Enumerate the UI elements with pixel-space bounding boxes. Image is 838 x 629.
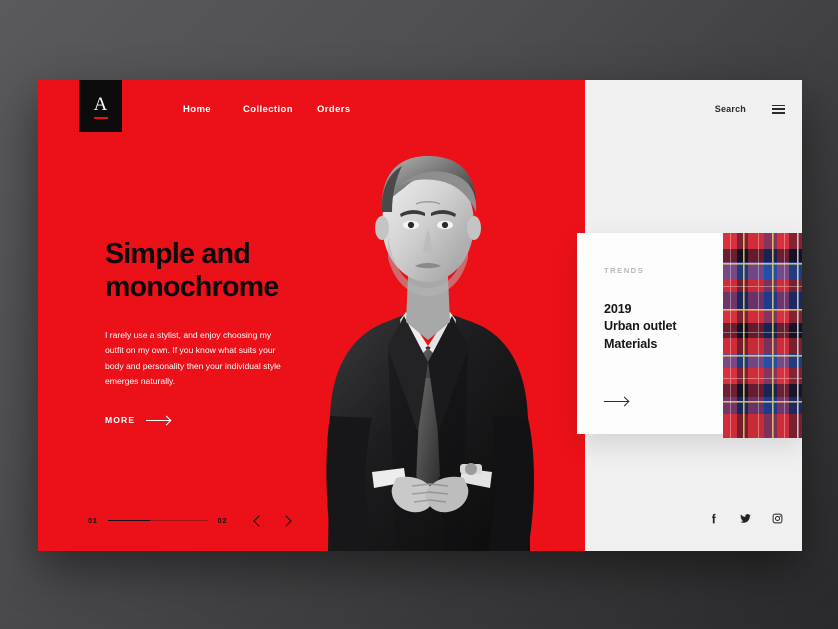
nav-item-home[interactable]: Home	[183, 104, 243, 115]
twitter-icon[interactable]	[739, 512, 752, 525]
nav-item-collection[interactable]: Collection	[243, 104, 317, 115]
social-links	[707, 512, 784, 525]
trends-card-title-line-3: Materials	[604, 336, 658, 351]
chevron-left-icon[interactable]	[253, 514, 265, 527]
web-page-panel: A Home Collection Orders Simple and mono…	[38, 80, 802, 551]
slider-progress-fill	[107, 520, 150, 521]
main-navigation: Home Collection Orders	[183, 104, 367, 115]
search-button[interactable]: Search	[715, 104, 746, 114]
slider-controls: 01 02	[88, 514, 292, 527]
hero-headline-line-1: Simple and	[105, 238, 251, 270]
side-panel: Search TRENDS 2019 Urban outlet Material…	[577, 80, 802, 551]
side-top-bar: Search	[715, 104, 785, 114]
slide-total-number: 02	[217, 516, 228, 525]
hero-copy: Simple and monochrome I rarely use a sty…	[105, 238, 340, 425]
slide-current-number: 01	[88, 516, 98, 525]
arrow-right-icon	[146, 416, 171, 424]
trends-card-title: 2019 Urban outlet Materials	[604, 301, 709, 353]
tartan-plaid-swatch	[723, 233, 802, 438]
trends-card-kicker: TRENDS	[604, 266, 645, 275]
more-button-label: MORE	[105, 415, 136, 426]
canvas: A Home Collection Orders Simple and mono…	[0, 0, 838, 629]
trends-card-content: TRENDS 2019 Urban outlet Materials	[604, 266, 709, 353]
hero-paragraph: I rarely use a stylist, and enjoy choosi…	[105, 330, 281, 386]
trends-card-title-line-2: Urban outlet	[604, 319, 677, 334]
slider-track[interactable]	[107, 520, 208, 521]
hero-section: A Home Collection Orders Simple and mono…	[38, 80, 585, 551]
facebook-icon[interactable]	[707, 512, 720, 525]
hero-headline-line-2: monochrome	[105, 271, 279, 304]
chevron-right-icon[interactable]	[280, 514, 292, 527]
hero-headline: Simple and monochrome	[105, 238, 340, 304]
more-button[interactable]: MORE	[105, 415, 171, 426]
brand-logo[interactable]: A	[79, 80, 122, 132]
nav-item-orders[interactable]: Orders	[317, 104, 367, 115]
slider-arrows	[253, 514, 292, 527]
brand-logo-letter: A	[93, 94, 108, 115]
brand-logo-underline	[93, 117, 108, 119]
trends-card-title-line-1: 2019	[604, 302, 632, 316]
trends-card-arrow-right-icon[interactable]	[604, 397, 628, 405]
hamburger-menu-icon[interactable]	[772, 104, 785, 114]
instagram-icon[interactable]	[771, 512, 784, 525]
